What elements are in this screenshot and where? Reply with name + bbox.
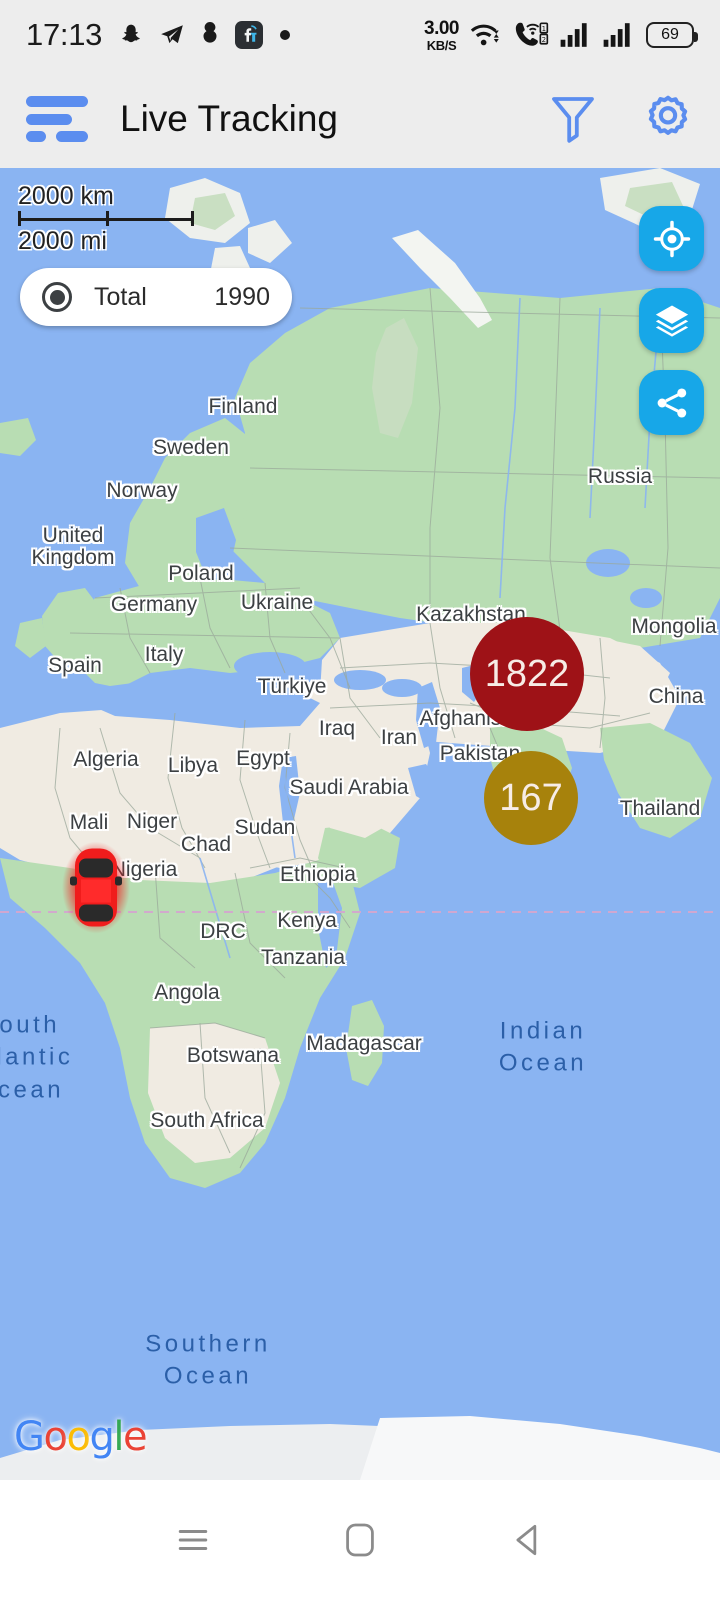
- network-speed-indicator: 3.00 KB/S: [424, 19, 459, 52]
- snapchat-icon: [122, 24, 140, 42]
- app-bar: Live Tracking: [0, 70, 720, 168]
- share-button[interactable]: [639, 370, 704, 435]
- radio-selected-icon: [42, 282, 72, 312]
- status-time: 17:13: [26, 17, 103, 52]
- crosshair-icon: [653, 220, 690, 257]
- total-chip-label: Total: [94, 282, 147, 311]
- scale-ruler: [18, 211, 198, 227]
- network-speed-value: 3.00: [424, 17, 459, 39]
- battery-icon: 69: [646, 22, 698, 48]
- page-title: Live Tracking: [120, 98, 338, 139]
- menu-icon[interactable]: [26, 96, 88, 142]
- map-controls: [639, 206, 704, 435]
- map-view[interactable]: Finland Sweden Norway Russia United Kingdom Po…: [0, 168, 720, 1480]
- home-button[interactable]: [325, 1505, 395, 1575]
- vowifi-call-icon: 1 2: [515, 22, 549, 46]
- signal-sim1-icon: [560, 23, 587, 47]
- svg-text:1: 1: [542, 25, 546, 33]
- app-bar-actions: [548, 93, 694, 145]
- network-speed-unit: KB/S: [426, 37, 457, 53]
- scale-mi-label: 2000 mi: [18, 227, 107, 255]
- signal-sim2-icon: [603, 23, 630, 47]
- triangle-left-icon: [516, 1524, 536, 1556]
- filter-icon[interactable]: [548, 93, 598, 145]
- total-chip-value: 1990: [214, 282, 270, 311]
- rounded-square-icon: [346, 1523, 374, 1557]
- layers-icon: [655, 304, 688, 337]
- system-nav-bar: [0, 1480, 720, 1600]
- recents-button[interactable]: [158, 1505, 228, 1575]
- my-location-button[interactable]: [639, 206, 704, 271]
- gear-icon[interactable]: [642, 93, 694, 145]
- status-bar: 17:13 3.00 KB/S 1 2 69: [0, 0, 720, 70]
- status-bar-right: 3.00 KB/S 1 2 69: [424, 19, 698, 52]
- scale-km-label: 2000 km: [18, 182, 114, 210]
- app-badge-icon: [235, 21, 264, 49]
- status-bar-left: 17:13: [26, 17, 291, 53]
- dot-icon: [280, 30, 291, 40]
- map-scale-bar: 2000 km 2000 mi: [18, 182, 198, 256]
- menu-lines-icon: [179, 1530, 208, 1550]
- vehicle-marker[interactable]: [59, 839, 133, 942]
- wifi-icon: [470, 24, 499, 46]
- total-chip[interactable]: Total 1990: [20, 268, 292, 326]
- svg-text:2: 2: [542, 36, 546, 44]
- telegram-icon: [161, 25, 183, 44]
- back-button[interactable]: [492, 1505, 562, 1575]
- google-attribution: Google: [14, 1414, 148, 1460]
- cluster-marker[interactable]: 1822: [470, 617, 584, 731]
- share-icon: [657, 387, 686, 418]
- pin-icon: [203, 22, 217, 43]
- map-layers-button[interactable]: [639, 288, 704, 353]
- map-base-layer: [0, 168, 720, 1480]
- battery-level: 69: [661, 26, 679, 43]
- cluster-marker[interactable]: 167: [484, 751, 578, 845]
